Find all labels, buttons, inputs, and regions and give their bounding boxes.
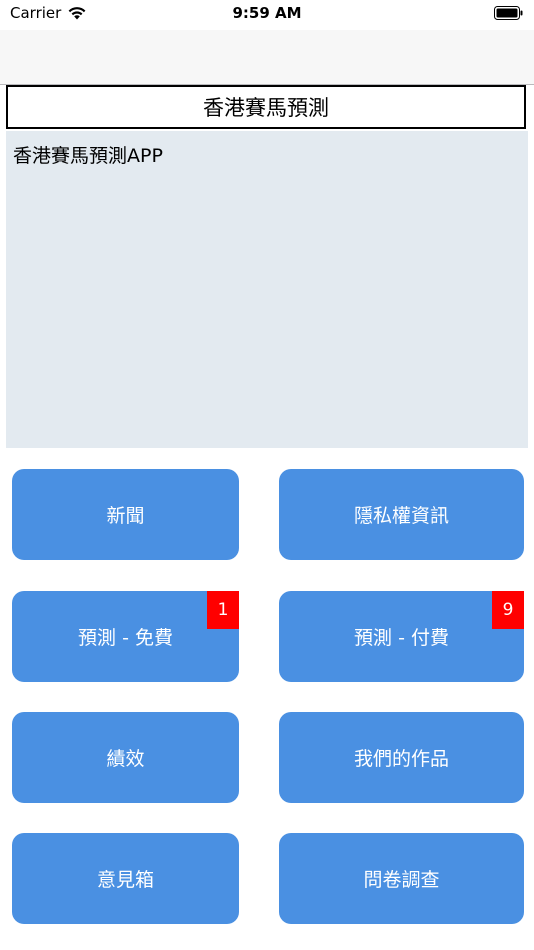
page-title: 香港賽馬預測 <box>6 85 526 129</box>
survey-button-label: 問卷調查 <box>363 869 440 891</box>
our-works-button-label: 我們的作品 <box>353 748 449 770</box>
our-works-button[interactable]: 我們的作品 <box>279 712 524 803</box>
privacy-info-button-label: 隱私權資訊 <box>353 505 449 527</box>
battery-icon <box>494 6 523 20</box>
status-time: 9:59 AM <box>232 4 302 22</box>
news-button-label: 新聞 <box>106 505 145 527</box>
performance-button-label: 績效 <box>106 748 145 770</box>
paid-prediction-button-label: 預測 - 付費 <box>354 627 449 649</box>
navigation-bar <box>0 30 534 85</box>
paid-prediction-button[interactable]: 預測 - 付費 9 <box>279 591 524 682</box>
content-text: 香港賽馬預測APP <box>13 145 163 167</box>
feedback-box-button-label: 意見箱 <box>96 869 154 891</box>
free-prediction-button[interactable]: 預測 - 免費 1 <box>12 591 239 682</box>
paid-prediction-badge: 9 <box>492 591 524 629</box>
free-prediction-button-label: 預測 - 免費 <box>78 627 173 649</box>
performance-button[interactable]: 績效 <box>12 712 239 803</box>
app-screen: Carrier 9:59 AM 香港賽馬預測 香港賽馬預測APP 新聞 隱私權資… <box>0 0 534 950</box>
free-prediction-badge: 1 <box>207 591 239 629</box>
feedback-box-button[interactable]: 意見箱 <box>12 833 239 924</box>
privacy-info-button[interactable]: 隱私權資訊 <box>279 469 524 560</box>
content-text-area: 香港賽馬預測APP <box>6 131 528 448</box>
news-button[interactable]: 新聞 <box>12 469 239 560</box>
survey-button[interactable]: 問卷調查 <box>279 833 524 924</box>
status-bar: Carrier 9:59 AM <box>0 0 534 30</box>
